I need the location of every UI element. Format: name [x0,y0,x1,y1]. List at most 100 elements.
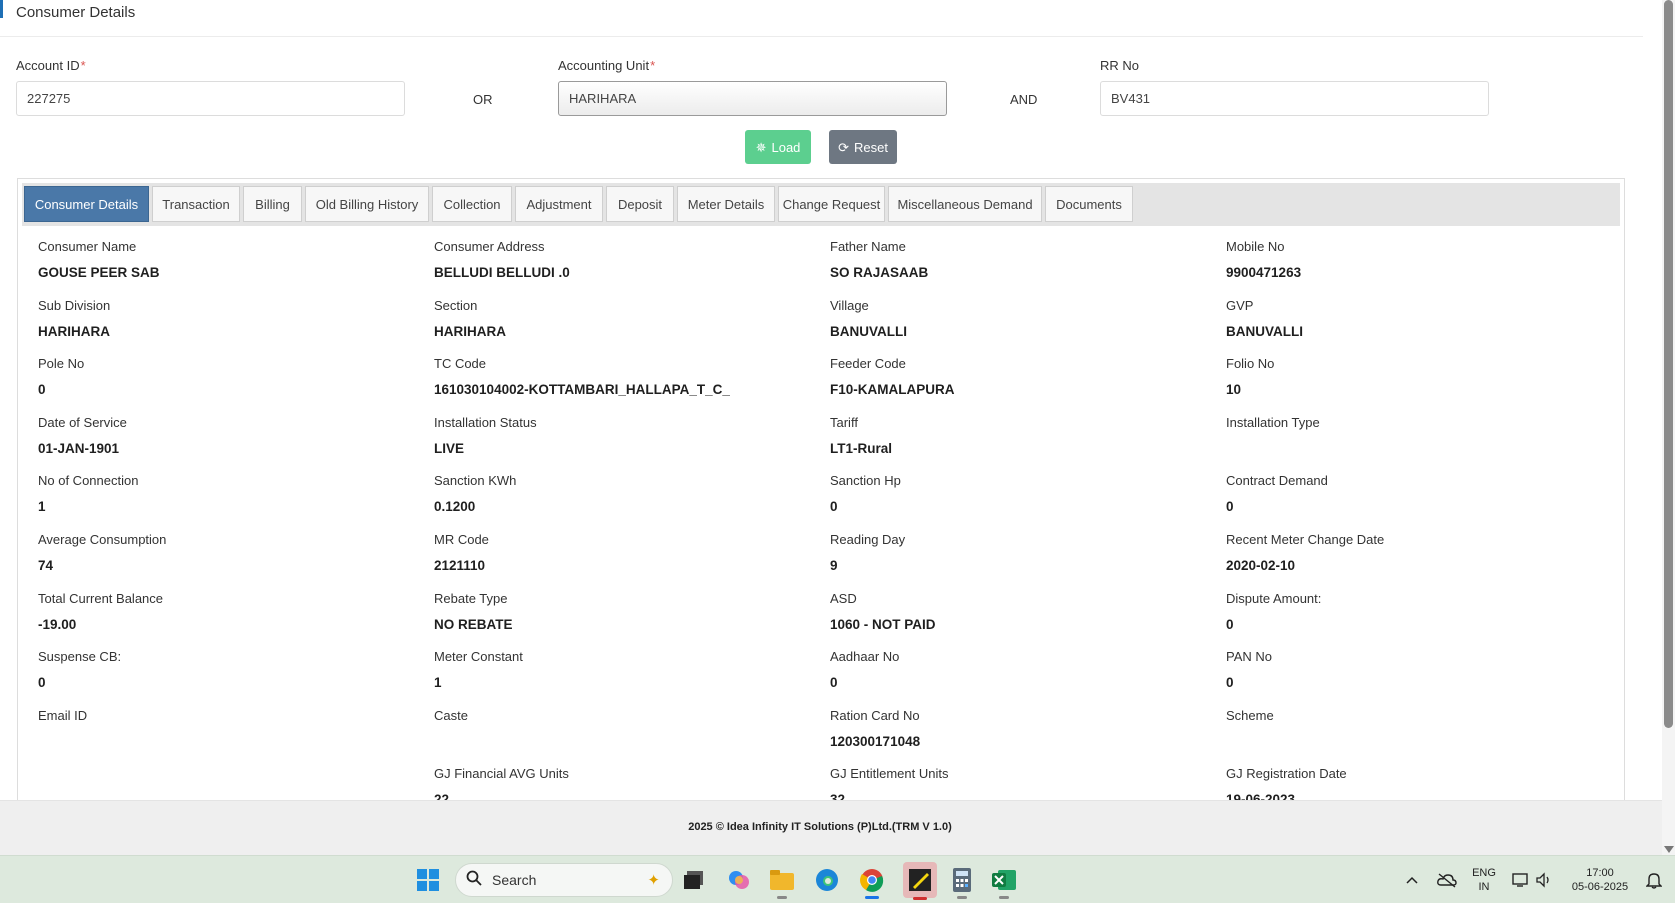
tab-bar: Consumer Details Transaction Billing Old… [22,183,1620,226]
detail-field: Suspense CB: 0 [38,649,418,692]
detail-value [434,734,814,751]
onedrive-offline-icon[interactable] [1432,856,1462,903]
language-code: ENG [1472,867,1496,879]
tab-transaction[interactable]: Transaction [152,186,240,222]
tab-collection[interactable]: Collection [432,186,512,222]
detail-label: Meter Constant [434,649,523,664]
detail-field: Contract Demand 0 [1226,473,1606,516]
windows-start-icon[interactable] [414,866,442,894]
detail-value: 9 [830,558,838,573]
detail-label: Recent Meter Change Date [1226,532,1385,547]
scroll-down-arrow-icon[interactable] [1664,846,1674,853]
detail-label: Contract Demand [1226,473,1328,488]
show-hidden-icons-chevron-icon[interactable] [1400,856,1424,903]
detail-field: PAN No 0 [1226,649,1606,692]
detail-label: GJ Entitlement Units [830,766,949,781]
clock-date: 05-06-2025 [1571,881,1629,893]
detail-label: Feeder Code [830,356,906,371]
copilot-icon[interactable] [725,866,753,894]
detail-label: Dispute Amount: [1226,591,1322,606]
account-id-label: Account ID* [16,58,86,73]
detail-field: Sub Division HARIHARA [38,298,418,341]
tab-billing[interactable]: Billing [243,186,302,222]
detail-value: GOUSE PEER SAB [38,265,160,280]
tab-deposit[interactable]: Deposit [606,186,674,222]
detail-field: Consumer Address BELLUDI BELLUDI .0 [434,239,814,282]
detail-label: Rebate Type [434,591,508,606]
load-button[interactable]: ✵ Load [745,130,811,164]
edge-browser-icon[interactable] [813,866,841,894]
tab-old-billing-history[interactable]: Old Billing History [305,186,429,222]
detail-label: Date of Service [38,415,127,430]
taskbar-search-box[interactable]: Search ✦ [455,863,673,897]
chrome-browser-icon[interactable] [858,866,886,899]
tab-miscellaneous-demand[interactable]: Miscellaneous Demand [888,186,1042,222]
accounting-unit-select[interactable] [558,81,947,116]
detail-field: ASD 1060 - NOT PAID [830,591,1210,634]
notifications-bell-icon[interactable] [1642,856,1666,903]
detail-label: MR Code [434,532,489,547]
detail-value: 9900471263 [1226,265,1302,280]
detail-label [38,766,418,782]
details-panel: Consumer Details Transaction Billing Old… [17,178,1625,818]
detail-field: Folio No 10 [1226,356,1606,399]
detail-value: HARIHARA [434,324,506,339]
detail-field: Consumer Name GOUSE PEER SAB [38,239,418,282]
language-indicator[interactable]: ENG IN [1466,856,1502,903]
detail-label: Total Current Balance [38,591,164,606]
page-scrollbar[interactable] [1662,0,1675,855]
detail-label: Sanction KWh [434,473,517,488]
detail-field: Ration Card No 120300171048 [830,708,1210,751]
running-indicator [957,896,967,899]
detail-value: NO REBATE [434,617,513,632]
clock[interactable]: 17:00 05-06-2025 [1562,856,1638,903]
active-indicator [913,897,927,900]
page-header: Consumer Details [0,0,1643,37]
detail-label: Aadhaar No [830,649,900,664]
detail-label: GJ Registration Date [1226,766,1347,781]
sticky-notes-icon[interactable] [903,862,937,900]
tab-consumer-details[interactable]: Consumer Details [24,186,149,222]
region-code: IN [1478,881,1490,893]
detail-field: Reading Day 9 [830,532,1210,575]
account-id-input[interactable] [16,81,405,116]
reset-button[interactable]: ⟳ Reset [829,130,897,164]
detail-label: Installation Type [1226,415,1320,430]
task-view-icon[interactable] [680,866,708,894]
detail-value: SO RAJASAAB [830,265,929,280]
detail-value: 2020-02-10 [1226,558,1296,573]
file-explorer-icon[interactable] [768,866,796,899]
detail-value: 1060 - NOT PAID [830,617,936,632]
detail-field: Rebate Type NO REBATE [434,591,814,634]
detail-value: 0 [830,675,838,690]
detail-label: Folio No [1226,356,1275,371]
detail-value [1226,441,1606,458]
scrollbar-thumb[interactable] [1664,0,1673,728]
detail-label: GVP [1226,298,1254,313]
detail-field: TC Code 161030104002-KOTTAMBARI_HALLAPA_T… [434,356,814,399]
detail-label: Mobile No [1226,239,1285,254]
detail-value: 0 [830,499,838,514]
detail-field: Father Name SO RAJASAAB [830,239,1210,282]
detail-value: 0 [1226,499,1234,514]
tab-meter-details[interactable]: Meter Details [677,186,775,222]
footer: 2025 © Idea Infinity IT Solutions (P)Ltd… [0,800,1662,855]
calculator-icon[interactable] [948,866,976,899]
detail-field: Section HARIHARA [434,298,814,341]
detail-label: Average Consumption [38,532,167,547]
tab-adjustment[interactable]: Adjustment [515,186,603,222]
detail-value: BELLUDI BELLUDI .0 [434,265,570,280]
detail-field: Installation Status LIVE [434,415,814,458]
detail-value: 161030104002-KOTTAMBARI_HALLAPA_T_C_ [434,382,730,397]
detail-field: Average Consumption 74 [38,532,418,575]
rr-no-input[interactable] [1100,81,1489,116]
detail-label: Sanction Hp [830,473,901,488]
detail-field: Village BANUVALLI [830,298,1210,341]
tab-change-request[interactable]: Change Request [778,186,885,222]
tab-documents[interactable]: Documents [1045,186,1133,222]
network-icon[interactable] [1510,856,1532,903]
excel-icon[interactable] [990,866,1018,899]
volume-icon[interactable] [1533,856,1555,903]
detail-field: Email ID [38,708,418,751]
detail-label: Caste [434,708,468,723]
